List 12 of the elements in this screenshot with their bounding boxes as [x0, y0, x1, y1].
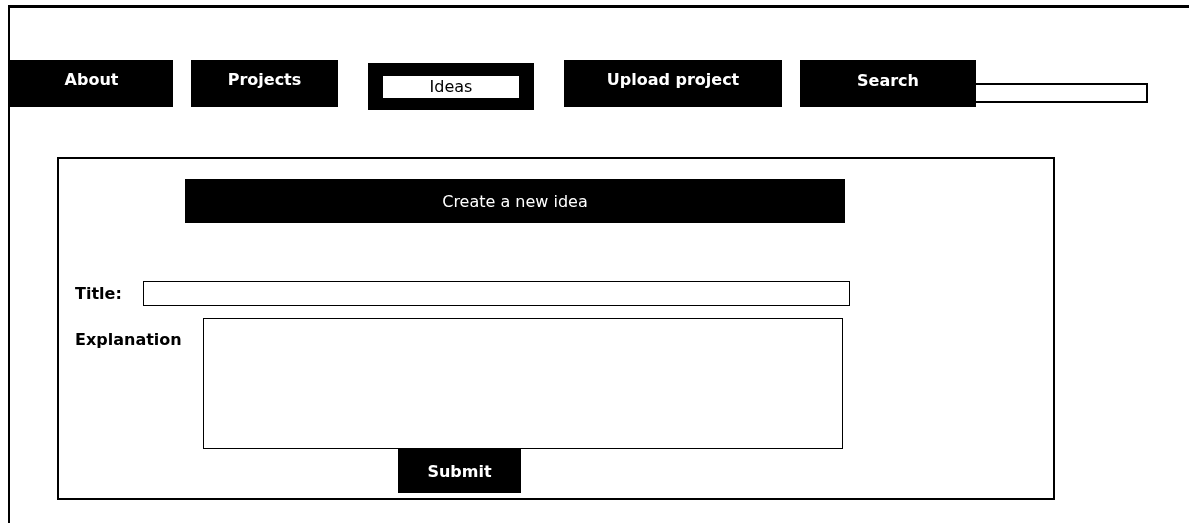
title-field[interactable]	[143, 281, 850, 306]
title-label: Title:	[75, 284, 123, 303]
nav-tab[interactable]: Projects	[191, 60, 338, 107]
search-field[interactable]	[976, 83, 1148, 103]
nav-tab[interactable]: About	[10, 60, 173, 107]
explanation-label: Explanation	[75, 330, 183, 349]
form-heading: Create a new idea	[185, 179, 845, 223]
nav-tab[interactable]: Ideas	[368, 63, 534, 110]
search-button[interactable]: Search	[800, 60, 976, 107]
submit-button[interactable]: Submit	[398, 449, 521, 493]
nav-tab[interactable]: Upload project	[564, 60, 782, 107]
explanation-field[interactable]	[203, 318, 843, 449]
